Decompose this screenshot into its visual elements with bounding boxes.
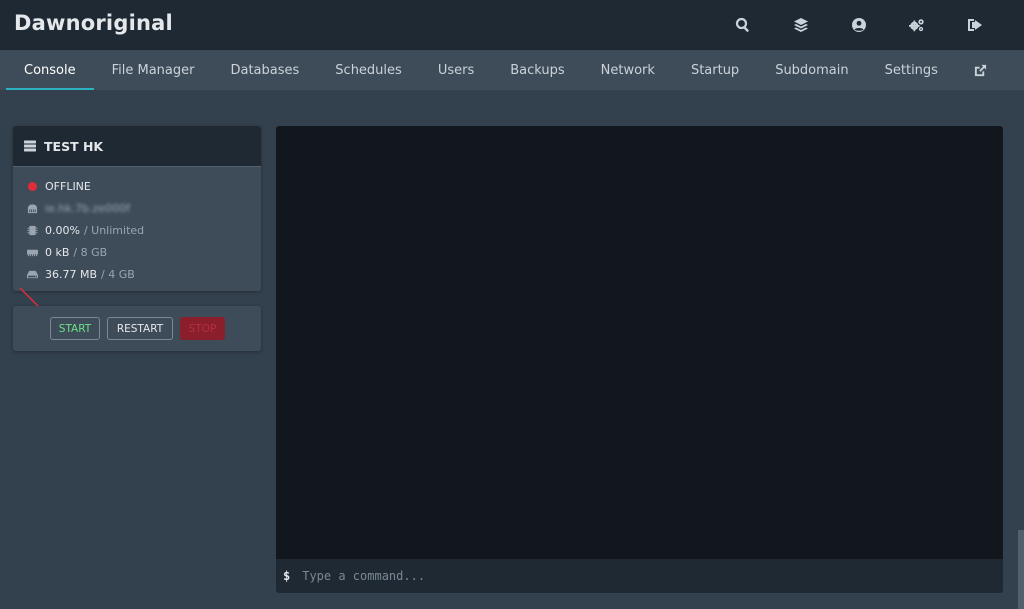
page-scrollbar[interactable] [1018, 530, 1024, 609]
prompt-symbol: $ [283, 569, 291, 583]
console-output[interactable] [276, 126, 1003, 559]
status-dot-icon [27, 182, 37, 192]
server-address[interactable]: ie.hk.7b.ze000f [45, 202, 130, 215]
disk-value: 36.77 MB [45, 267, 98, 281]
tab-backups[interactable]: Backups [492, 50, 582, 90]
tab-databases[interactable]: Databases [212, 50, 317, 90]
memory-icon [26, 249, 38, 256]
tab-settings[interactable]: Settings [867, 50, 956, 90]
tab-subdomain[interactable]: Subdomain [757, 50, 866, 90]
tab-startup[interactable]: Startup [673, 50, 757, 90]
layers-icon[interactable] [772, 0, 830, 50]
start-button[interactable]: START [50, 317, 100, 340]
memory-row: 0 kB / 8 GB [26, 241, 261, 263]
stop-button[interactable]: STOP [180, 317, 225, 340]
address-row: ie.hk.7b.ze000f [26, 198, 261, 220]
power-controls: START RESTART STOP [13, 306, 261, 351]
cogs-icon[interactable] [888, 0, 946, 50]
restart-button[interactable]: RESTART [107, 317, 173, 340]
server-icon [24, 140, 36, 152]
server-name: TEST HK [44, 138, 104, 154]
tab-users[interactable]: Users [420, 50, 492, 90]
memory-value: 0 kB [45, 245, 70, 259]
search-icon[interactable] [714, 0, 772, 50]
server-header: TEST HK [13, 126, 261, 167]
external-link-icon[interactable] [956, 50, 1005, 90]
sign-out-icon[interactable] [946, 0, 1004, 50]
app-title[interactable]: Dawnoriginal [14, 11, 173, 35]
server-info-card: TEST HK OFFLINE ie.hk.7b.ze000f 0.00% / … [13, 126, 261, 291]
cpu-icon [26, 225, 38, 236]
command-bar: $ [276, 559, 1003, 593]
cpu-value: 0.00% [45, 223, 80, 237]
command-input[interactable] [302, 561, 1003, 591]
tab-schedules[interactable]: Schedules [317, 50, 420, 90]
disk-limit: / 4 GB [101, 267, 135, 281]
status-text: OFFLINE [45, 180, 91, 194]
cpu-row: 0.00% / Unlimited [26, 220, 261, 242]
top-bar: Dawnoriginal [0, 0, 1024, 50]
tab-console[interactable]: Console [6, 50, 94, 90]
user-circle-icon[interactable] [830, 0, 888, 50]
status-row: OFFLINE [26, 176, 261, 198]
server-nav: Console File Manager Databases Schedules… [0, 50, 1024, 90]
tab-network[interactable]: Network [583, 50, 673, 90]
network-icon [27, 204, 37, 214]
tab-file-manager[interactable]: File Manager [94, 50, 213, 90]
cpu-limit: / Unlimited [83, 223, 145, 237]
top-icons [714, 0, 1004, 50]
memory-limit: / 8 GB [73, 245, 108, 259]
hdd-icon [26, 270, 38, 278]
disk-row: 36.77 MB / 4 GB [26, 263, 261, 285]
